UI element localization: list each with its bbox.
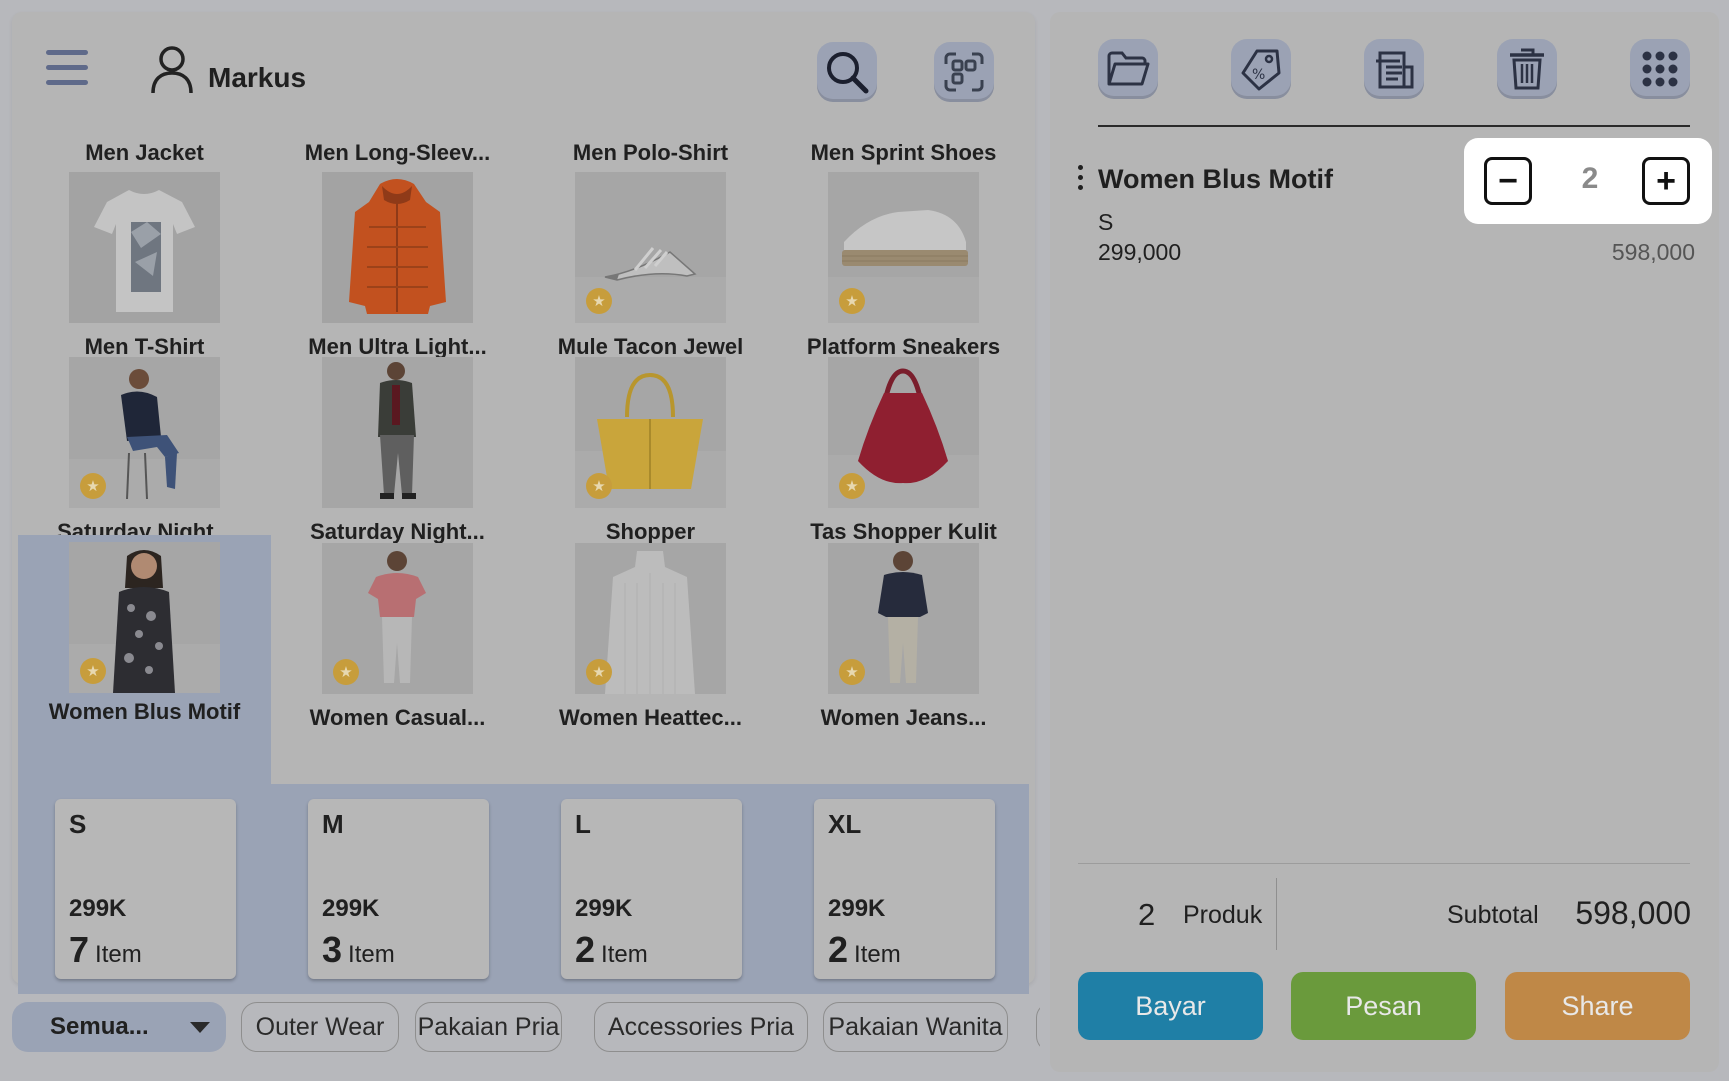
category-dropdown[interactable]: Semua... bbox=[12, 1002, 226, 1052]
variant-price: 299K bbox=[69, 895, 127, 922]
product-image bbox=[69, 172, 220, 323]
favorite-star-icon: ★ bbox=[333, 659, 359, 685]
product-image bbox=[322, 357, 473, 508]
variant-stock: 3 Item bbox=[322, 929, 395, 970]
favorite-star-icon: ★ bbox=[839, 473, 865, 499]
discount-tag-icon: % bbox=[1241, 49, 1281, 91]
quantity-stepper: − 2 + bbox=[1464, 138, 1712, 224]
product-label: Women Casual... bbox=[309, 705, 486, 730]
variant-price: 299K bbox=[322, 895, 380, 922]
favorite-star-icon: ★ bbox=[586, 659, 612, 685]
summary-divider bbox=[1078, 863, 1690, 864]
category-chip-outer-wear[interactable]: Outer Wear bbox=[241, 1002, 399, 1052]
favorite-star-icon: ★ bbox=[839, 659, 865, 685]
trash-icon bbox=[1510, 48, 1544, 90]
more-options-button[interactable] bbox=[1630, 39, 1690, 99]
product-cell[interactable]: ★ Saturday Night... bbox=[18, 357, 271, 562]
variant-stock: 2 Item bbox=[828, 929, 901, 970]
cart-item-variant: S bbox=[1098, 209, 1114, 235]
product-label: Men Polo-Shirt bbox=[572, 140, 729, 165]
variant-selector: S 299K 7 Item M 299K 3 Item L 299K 2 Item X… bbox=[18, 784, 1029, 994]
favorite-star-icon: ★ bbox=[80, 658, 106, 684]
category-chip-pakaian-wanita[interactable]: Pakaian Wanita bbox=[823, 1002, 1008, 1052]
variant-size: L bbox=[575, 809, 591, 839]
variant-size: S bbox=[69, 809, 87, 839]
variant-price: 299K bbox=[828, 895, 886, 922]
product-label: Men Jacket bbox=[85, 140, 204, 165]
variant-card-m[interactable]: M 299K 3 Item bbox=[308, 799, 489, 979]
product-label: Women Jeans... bbox=[820, 705, 987, 730]
variant-card-s[interactable]: S 299K 7 Item bbox=[55, 799, 236, 979]
chevron-down-icon bbox=[190, 1022, 210, 1033]
category-chip-more[interactable] bbox=[1036, 1002, 1040, 1052]
product-cell[interactable]: Men T-Shirt bbox=[18, 172, 271, 377]
product-cell[interactable]: Men Ultra Light... bbox=[271, 172, 524, 377]
product-cell[interactable]: Saturday Night... bbox=[271, 357, 524, 562]
receipt-icon bbox=[1376, 51, 1414, 89]
product-label: Shopper bbox=[605, 519, 696, 544]
product-panel: Markus Men Jacket Men Long-Sleev... Men … bbox=[12, 12, 1035, 994]
category-chip-pakaian-pria[interactable]: Pakaian Pria bbox=[415, 1002, 562, 1052]
product-cell[interactable]: ★ Platform Sneakers bbox=[777, 172, 1030, 377]
increase-quantity-button[interactable]: + bbox=[1642, 157, 1690, 205]
discount-button[interactable]: % bbox=[1231, 39, 1291, 99]
cart-item-name: Women Blus Motif bbox=[1098, 164, 1333, 194]
folder-icon bbox=[1107, 51, 1150, 86]
variant-price: 299K bbox=[575, 895, 633, 922]
product-cell[interactable]: Men Sprint Shoes bbox=[777, 12, 1030, 165]
product-count: 2 bbox=[1138, 897, 1156, 932]
variant-card-l[interactable]: L 299K 2 Item bbox=[561, 799, 742, 979]
product-cell[interactable]: ★ Tas Shopper Kulit bbox=[777, 357, 1030, 562]
open-folder-button[interactable] bbox=[1098, 39, 1158, 99]
product-cell[interactable]: Men Long-Sleev... bbox=[271, 12, 524, 165]
cart-item-total: 598,000 bbox=[1611, 239, 1695, 265]
drag-handle-icon[interactable] bbox=[1075, 165, 1085, 205]
favorite-star-icon: ★ bbox=[586, 288, 612, 314]
receipt-button[interactable] bbox=[1364, 39, 1424, 99]
more-dots-icon bbox=[1642, 51, 1678, 87]
favorite-star-icon: ★ bbox=[839, 288, 865, 314]
favorite-star-icon: ★ bbox=[586, 473, 612, 499]
variant-size: XL bbox=[828, 809, 862, 839]
product-cell[interactable]: Men Polo-Shirt bbox=[524, 12, 777, 165]
variant-size: M bbox=[322, 809, 344, 839]
subtotal-label: Subtotal bbox=[1447, 901, 1539, 929]
variant-stock: 2 Item bbox=[575, 929, 648, 970]
product-image bbox=[322, 172, 473, 323]
product-cell[interactable]: ★ Women Jeans... bbox=[777, 543, 1030, 748]
variant-card-xl[interactable]: XL 299K 2 Item bbox=[814, 799, 995, 979]
product-cell[interactable]: Men Jacket bbox=[18, 12, 271, 165]
product-label: Saturday Night... bbox=[310, 519, 485, 544]
quantity-value[interactable]: 2 bbox=[1560, 162, 1620, 196]
category-dropdown-label: Semua... bbox=[50, 1013, 149, 1040]
decrease-quantity-button[interactable]: − bbox=[1484, 157, 1532, 205]
favorite-star-icon: ★ bbox=[80, 473, 106, 499]
toolbar-divider bbox=[1098, 125, 1690, 127]
summary-separator bbox=[1276, 878, 1277, 950]
category-chip-accessories-pria[interactable]: Accessories Pria bbox=[594, 1002, 808, 1052]
product-label: Women Blus Motif bbox=[48, 699, 241, 724]
user-name: Markus bbox=[208, 62, 307, 93]
product-label: Women Heattec... bbox=[559, 705, 742, 730]
product-count-label: Produk bbox=[1183, 901, 1263, 929]
product-label: Men Long-Sleev... bbox=[304, 140, 491, 165]
cart-item-unit-price: 299,000 bbox=[1098, 239, 1182, 265]
svg-text:%: % bbox=[1252, 67, 1265, 83]
subtotal-value: 598,000 bbox=[1575, 895, 1691, 931]
share-button[interactable]: Share bbox=[1505, 972, 1690, 1040]
product-cell[interactable]: ★ Women Casual... bbox=[271, 543, 524, 748]
product-label: Tas Shopper Kulit bbox=[810, 519, 997, 544]
product-cell[interactable]: ★ Mule Tacon Jewel bbox=[524, 172, 777, 377]
product-cell[interactable]: ★ Shopper bbox=[524, 357, 777, 562]
pay-button[interactable]: Bayar bbox=[1078, 972, 1263, 1040]
product-label: Men Sprint Shoes bbox=[810, 140, 997, 165]
variant-stock: 7 Item bbox=[69, 929, 142, 970]
order-button[interactable]: Pesan bbox=[1291, 972, 1476, 1040]
delete-button[interactable] bbox=[1497, 39, 1557, 99]
category-bar: Semua... Outer Wear Pakaian Pria Accesso… bbox=[12, 1002, 1040, 1052]
product-cell-selected[interactable]: ★ Women Blus Motif bbox=[18, 535, 271, 785]
product-cell[interactable]: ★ Women Heattec... bbox=[524, 543, 777, 748]
